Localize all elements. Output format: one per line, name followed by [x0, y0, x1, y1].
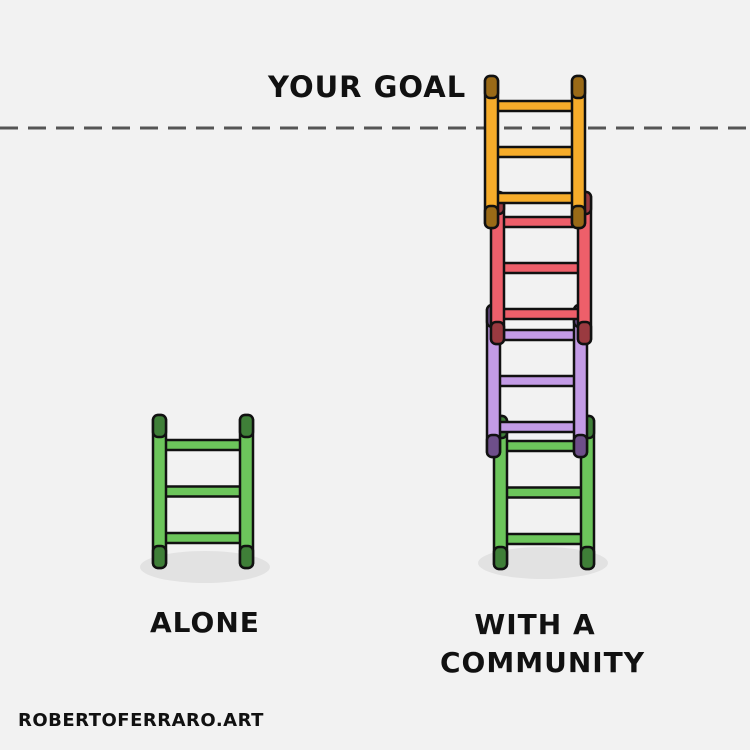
ladder-rung: [500, 261, 582, 275]
ladder-rung: [503, 486, 585, 499]
ladder-rung: [503, 439, 585, 453]
ladder-rung: [500, 307, 582, 321]
ladder-bottom-cap: [572, 433, 589, 459]
ladder-bottom-cap: [576, 320, 593, 346]
ladder-bottom-cap: [238, 544, 255, 570]
ladder-top-cap: [238, 413, 255, 439]
ladder-bottom-cap: [579, 545, 596, 571]
ladders-group: [151, 74, 596, 571]
ladder-rung: [494, 145, 576, 159]
goal-label: YOUR GOAL: [268, 70, 467, 104]
credit-label: ROBERTOFERRARO.ART: [18, 710, 264, 731]
ladder-rung: [500, 215, 582, 229]
alone-ladder-green: [151, 413, 255, 570]
ladder-bottom-cap: [151, 544, 168, 570]
ladder-rung: [162, 531, 244, 545]
ladder-rung: [496, 328, 578, 342]
ladder-bottom-cap: [489, 320, 506, 346]
ladder-rung: [162, 485, 244, 498]
ladder-bottom-cap: [485, 433, 502, 459]
ladder-bottom-cap: [570, 204, 587, 230]
ladder-shadows: [140, 547, 608, 583]
ladder-top-cap: [570, 74, 587, 100]
community-label-line1: WITH A: [474, 608, 596, 641]
ladder-rung: [503, 532, 585, 546]
illustration-canvas: [0, 74, 750, 583]
community-label-line2: COMMUNITY: [440, 646, 646, 679]
ladder-rung: [494, 191, 576, 205]
ladder-top-cap: [151, 413, 168, 439]
community-label: WITH A COMMUNITY: [440, 606, 646, 682]
ladder-rung: [496, 374, 578, 388]
ladder-rung: [496, 420, 578, 434]
ladder-bottom-cap: [483, 204, 500, 230]
ladder-rung: [494, 99, 576, 113]
ladder-rung: [162, 438, 244, 452]
ladder-top-cap: [483, 74, 500, 100]
ladder-bottom-cap: [492, 545, 509, 571]
alone-label: ALONE: [150, 606, 260, 639]
